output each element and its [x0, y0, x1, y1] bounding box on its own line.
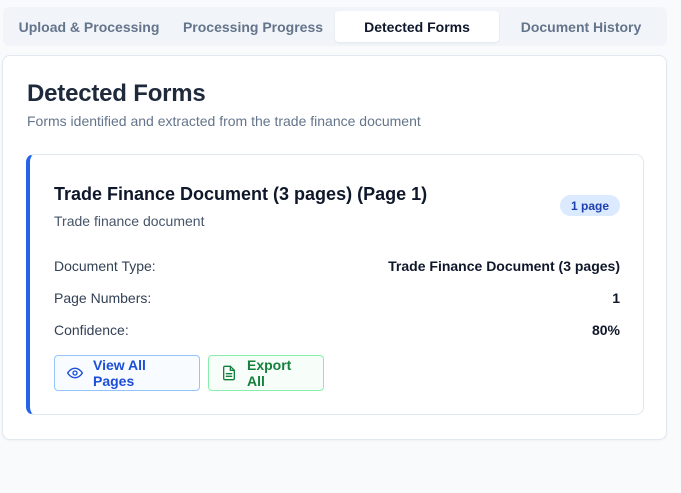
- form-description: Trade finance document: [54, 213, 205, 229]
- field-value: 80%: [591, 322, 620, 338]
- view-all-pages-label: View All Pages: [93, 357, 146, 389]
- tab-detected-forms[interactable]: Detected Forms: [335, 11, 499, 42]
- document-icon: [221, 365, 237, 381]
- field-row-document-type: Document Type: Trade Finance Document (3…: [54, 256, 620, 276]
- field-value: 1: [612, 290, 620, 306]
- field-value: Trade Finance Document (3 pages): [388, 258, 620, 274]
- field-row-page-numbers: Page Numbers: 1: [54, 288, 620, 308]
- page-title: Detected Forms: [27, 80, 206, 107]
- page-subtitle: Forms identified and extracted from the …: [27, 113, 421, 129]
- export-all-label: Export All: [247, 357, 292, 389]
- tab-upload-processing[interactable]: Upload & Processing: [7, 11, 171, 42]
- field-label: Confidence:: [54, 322, 129, 338]
- eye-icon: [67, 365, 83, 381]
- tab-document-history[interactable]: Document History: [499, 11, 663, 42]
- detected-forms-panel: Detected Forms Forms identified and extr…: [2, 55, 667, 440]
- form-card: Trade Finance Document (3 pages) (Page 1…: [26, 154, 644, 415]
- page-count-badge: 1 page: [559, 195, 620, 216]
- view-all-pages-button[interactable]: View All Pages: [54, 355, 200, 391]
- form-title: Trade Finance Document (3 pages) (Page 1…: [54, 184, 428, 204]
- field-label: Page Numbers:: [54, 290, 152, 306]
- tab-processing-progress[interactable]: Processing Progress: [171, 11, 335, 42]
- tab-bar: Upload & Processing Processing Progress …: [3, 7, 667, 46]
- field-label: Document Type:: [54, 258, 156, 274]
- field-row-confidence: Confidence: 80%: [54, 320, 620, 340]
- export-all-button[interactable]: Export All: [208, 355, 324, 391]
